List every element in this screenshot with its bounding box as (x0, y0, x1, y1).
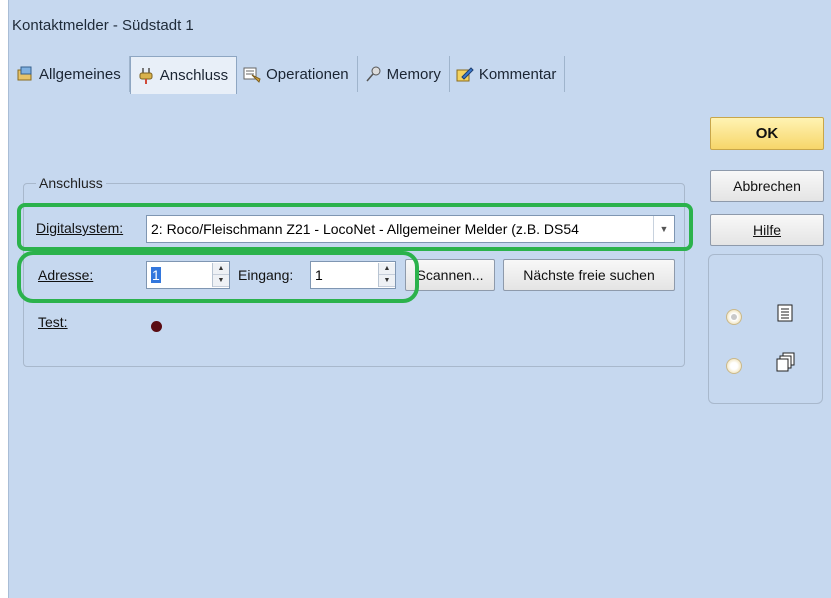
tab-kommentar[interactable]: Kommentar (450, 56, 566, 92)
adresse-label: Adresse: (38, 267, 93, 283)
help-button-label: Hilfe (752, 222, 781, 238)
eingang-label: Eingang: (238, 267, 294, 283)
view-mode-group (708, 254, 823, 404)
anschluss-group-label: Anschluss (36, 175, 106, 191)
ok-button[interactable]: OK (710, 117, 824, 150)
digitalsystem-label: Digitalsystem: (36, 220, 124, 236)
window-title: Kontaktmelder - Südstadt 1 (12, 17, 194, 34)
tab-anschluss[interactable]: Anschluss (129, 56, 238, 94)
test-label-text: Test: (38, 314, 68, 330)
scan-button[interactable]: Scannen... (405, 259, 495, 291)
pages-view-icon (776, 352, 796, 377)
spin-down-icon[interactable]: ▼ (213, 275, 229, 287)
adresse-input[interactable]: 1 (147, 267, 212, 283)
list-view-icon (776, 304, 794, 327)
spin-up-icon[interactable]: ▲ (213, 263, 229, 275)
adresse-spin-buttons[interactable]: ▲ ▼ (212, 263, 229, 287)
spin-down-icon[interactable]: ▼ (379, 275, 395, 287)
cancel-button[interactable]: Abbrechen (710, 170, 824, 202)
view-list-radio[interactable] (726, 309, 742, 325)
status-led-icon (151, 321, 162, 332)
view-pages-radio[interactable] (726, 358, 742, 374)
eingang-spin-buttons[interactable]: ▲ ▼ (378, 263, 395, 287)
eingang-value[interactable]: 1 (311, 267, 378, 283)
digitalsystem-select[interactable]: 2: Roco/Fleischmann Z21 - LocoNet - Allg… (146, 215, 675, 243)
tab-bar: Allgemeines Anschluss Operationen Memory… (10, 56, 566, 94)
tab-allgemeines-label: Allgemeines (39, 65, 121, 83)
tab-allgemeines[interactable]: Allgemeines (10, 56, 130, 92)
tab-operationen[interactable]: Operationen (237, 56, 358, 92)
chevron-down-icon[interactable]: ▼ (653, 216, 674, 242)
help-button[interactable]: Hilfe (710, 214, 824, 246)
adresse-value: 1 (151, 267, 161, 283)
general-properties-icon (16, 65, 34, 83)
digitalsystem-value: 2: Roco/Fleischmann Z21 - LocoNet - Allg… (151, 221, 579, 237)
tab-memory[interactable]: Memory (358, 56, 450, 92)
tab-operationen-label: Operationen (266, 65, 349, 83)
test-label: Test: (38, 314, 68, 330)
spin-up-icon[interactable]: ▲ (379, 263, 395, 275)
operations-icon (243, 65, 261, 83)
adresse-stepper[interactable]: 1 ▲ ▼ (146, 261, 230, 289)
tab-kommentar-label: Kommentar (478, 65, 557, 83)
next-free-button[interactable]: Nächste freie suchen (503, 259, 675, 291)
tab-memory-label: Memory (386, 65, 441, 83)
comment-pencil-icon (456, 65, 474, 83)
eingang-stepper[interactable]: 1 ▲ ▼ (310, 261, 396, 289)
adresse-label-text: Adresse: (38, 267, 94, 283)
plug-icon (137, 67, 155, 85)
pin-icon (364, 65, 382, 83)
tab-anschluss-label: Anschluss (159, 67, 229, 84)
